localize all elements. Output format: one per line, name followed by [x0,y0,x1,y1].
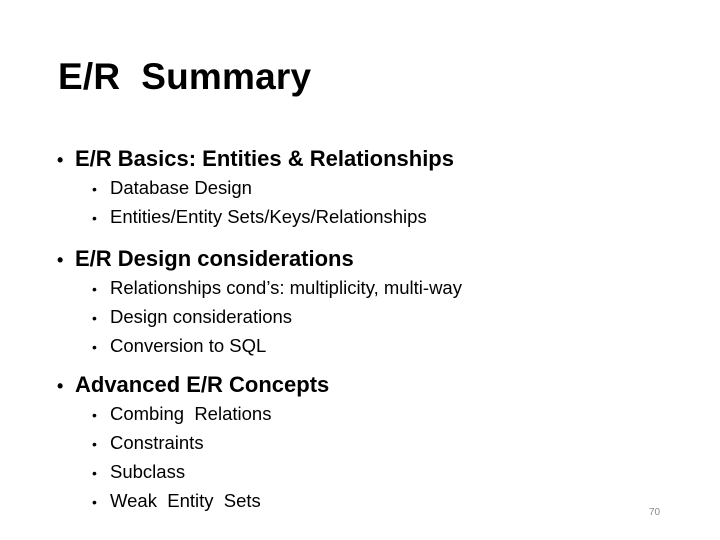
list-item: • Design considerations [92,303,462,332]
bullet-icon: • [57,250,64,270]
list-item: • Constraints [92,429,329,458]
heading-text: Advanced E/R Concepts [75,372,330,397]
item-text: Design considerations [110,306,293,327]
list-item: • Conversion to SQL [92,332,462,361]
bullet-icon: • [92,310,97,326]
item-text: Relationships cond’s: multiplicity, mult… [110,277,462,298]
bullet-icon: • [92,407,97,423]
item-text: Constraints [110,432,204,453]
item-text: Combing Relations [110,403,272,424]
section-er-design: • E/R Design considerations • Relationsh… [57,245,462,361]
list-item: • Weak Entity Sets [92,487,329,516]
list-item: • Relationships cond’s: multiplicity, mu… [92,274,462,303]
section-heading: • E/R Basics: Entities & Relationships [57,145,454,174]
heading-text: E/R Design considerations [75,246,354,271]
list-item: • Database Design [92,174,454,203]
bullet-icon: • [92,210,97,226]
bullet-icon: • [92,494,97,510]
bullet-icon: • [57,150,64,170]
section-er-basics: • E/R Basics: Entities & Relationships •… [57,145,454,232]
slide-title: E/R Summary [58,56,312,97]
bullet-icon: • [92,436,97,452]
section-advanced-er: • Advanced E/R Concepts • Combing Relati… [57,371,329,516]
slide-number: 70 [649,507,661,518]
section-heading: • E/R Design considerations [57,245,462,274]
item-text: Database Design [110,177,252,198]
bullet-icon: • [92,465,97,481]
item-text: Conversion to SQL [110,335,267,356]
item-text: Subclass [110,461,186,482]
item-text: Weak Entity Sets [110,490,261,511]
list-item: • Subclass [92,458,329,487]
bullet-icon: • [92,339,97,355]
section-heading: • Advanced E/R Concepts [57,371,329,400]
list-item: • Entities/Entity Sets/Keys/Relationship… [92,203,454,232]
bullet-icon: • [92,181,97,197]
heading-text: E/R Basics: Entities & Relationships [75,146,454,171]
list-item: • Combing Relations [92,400,329,429]
item-text: Entities/Entity Sets/Keys/Relationships [110,206,427,227]
bullet-icon: • [57,376,64,396]
bullet-icon: • [92,281,97,297]
